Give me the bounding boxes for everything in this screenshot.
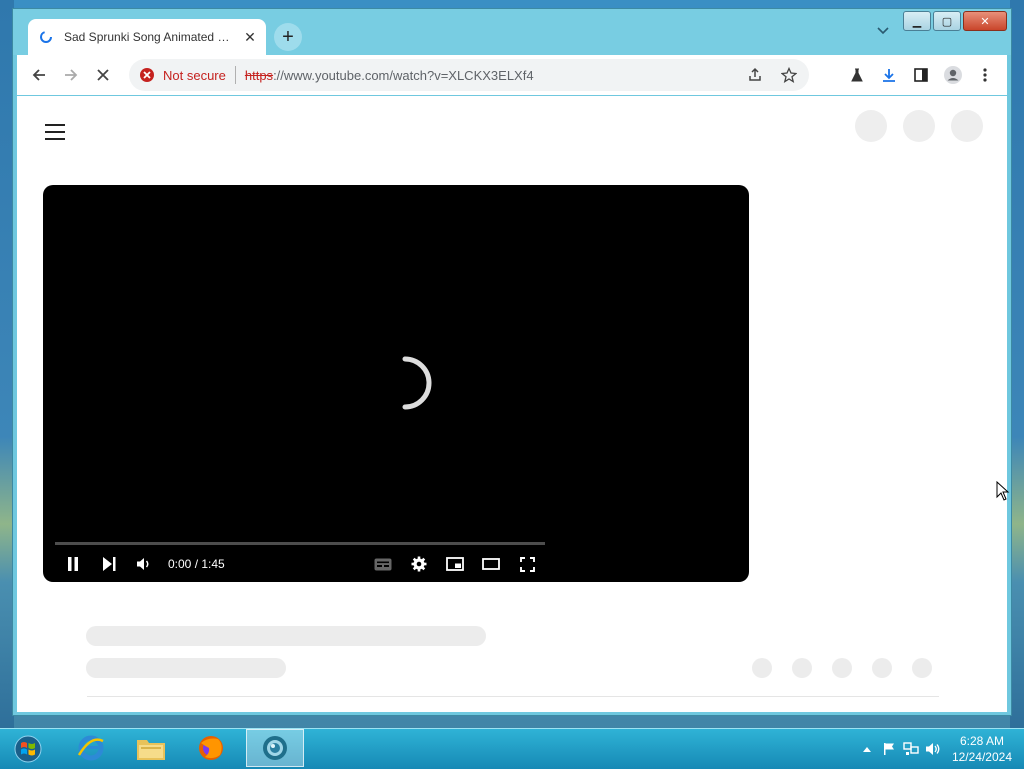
placeholder-dot <box>792 658 812 678</box>
placeholder-circle <box>951 110 983 142</box>
title-bar: Sad Sprunki Song Animated Music Video ✕ … <box>13 9 1011 55</box>
minimize-button[interactable]: ▁ <box>903 11 931 31</box>
chrome-taskbar-icon[interactable] <box>246 729 304 767</box>
firefox-icon[interactable] <box>182 729 240 767</box>
action-center-flag-icon[interactable] <box>880 740 898 758</box>
system-tray: 6:28 AM 12/24/2024 <box>856 729 1024 769</box>
volume-icon[interactable] <box>133 554 155 574</box>
loading-spinner-icon <box>402 356 432 410</box>
security-label[interactable]: Not secure <box>163 68 226 83</box>
maximize-button[interactable]: ▢ <box>933 11 961 31</box>
placeholder-dot <box>832 658 852 678</box>
volume-tray-icon[interactable] <box>924 740 942 758</box>
divider <box>87 696 939 697</box>
theater-mode-icon[interactable] <box>480 554 502 574</box>
url-rest: ://www.youtube.com/watch?v=XLCKX3ELXf4 <box>273 67 534 83</box>
settings-gear-icon[interactable] <box>408 554 430 574</box>
player-controls: 0:00 / 1:45 <box>43 551 749 577</box>
internet-explorer-icon[interactable] <box>62 729 120 767</box>
browser-toolbar: Not secure https://www.youtube.com/watch… <box>17 55 1007 95</box>
close-window-button[interactable]: ✕ <box>963 11 1007 31</box>
file-explorer-icon[interactable] <box>122 729 180 767</box>
forward-arrow-icon[interactable] <box>57 61 85 89</box>
placeholder-dot <box>912 658 932 678</box>
omnibox-divider <box>234 66 236 84</box>
tab-close-icon[interactable]: ✕ <box>242 29 258 46</box>
taskbar: 6:28 AM 12/24/2024 <box>0 728 1024 769</box>
loading-favicon-icon <box>38 29 54 45</box>
page-content: 0:00 / 1:45 <box>17 96 1007 712</box>
desktop-background-right <box>1010 0 1024 728</box>
show-hidden-icons-chevron-icon[interactable] <box>858 740 876 758</box>
profile-avatar-icon[interactable] <box>939 61 967 89</box>
fullscreen-icon[interactable] <box>516 554 538 574</box>
not-secure-warning-icon[interactable] <box>139 67 155 83</box>
download-icon[interactable] <box>875 61 903 89</box>
network-icon[interactable] <box>902 740 920 758</box>
side-panel-icon[interactable] <box>907 61 935 89</box>
clock-time: 6:28 AM <box>959 734 1004 748</box>
placeholder-dot <box>872 658 892 678</box>
miniplayer-icon[interactable] <box>444 554 466 574</box>
next-video-icon[interactable] <box>98 554 120 574</box>
placeholder-dot <box>752 658 772 678</box>
back-arrow-icon[interactable] <box>25 61 53 89</box>
url-text[interactable]: https://www.youtube.com/watch?v=XLCKX3EL… <box>245 68 534 83</box>
clock-date: 12/24/2024 <box>951 750 1012 764</box>
video-player[interactable]: 0:00 / 1:45 <box>43 185 749 582</box>
hamburger-menu-icon[interactable] <box>45 124 65 140</box>
labs-flask-icon[interactable] <box>843 61 871 89</box>
subtitles-icon[interactable] <box>372 554 394 574</box>
stop-loading-icon[interactable] <box>89 61 117 89</box>
new-tab-button[interactable]: + <box>274 23 302 51</box>
browser-tab[interactable]: Sad Sprunki Song Animated Music Video ✕ <box>28 19 266 55</box>
start-button[interactable] <box>2 729 54 769</box>
tab-search-chevron-icon[interactable] <box>873 21 893 41</box>
subtitle-placeholder <box>86 658 286 678</box>
browser-window: Sad Sprunki Song Animated Music Video ✕ … <box>12 8 1012 716</box>
windows-logo-icon <box>14 735 42 763</box>
mouse-cursor-icon <box>996 481 1010 501</box>
url-scheme: https <box>244 67 274 83</box>
placeholder-circle <box>903 110 935 142</box>
bookmark-star-icon[interactable] <box>775 61 803 89</box>
system-clock[interactable]: 6:28 AM 12/24/2024 <box>952 733 1012 765</box>
pause-icon[interactable] <box>62 554 84 574</box>
time-display: 0:00 / 1:45 <box>168 557 225 571</box>
kebab-menu-icon[interactable] <box>971 61 999 89</box>
share-icon[interactable] <box>741 61 769 89</box>
title-placeholder <box>86 626 486 646</box>
tab-title: Sad Sprunki Song Animated Music Video <box>64 30 232 44</box>
address-bar[interactable]: Not secure https://www.youtube.com/watch… <box>129 59 809 91</box>
placeholder-circle <box>855 110 887 142</box>
progress-bar[interactable] <box>55 542 545 545</box>
